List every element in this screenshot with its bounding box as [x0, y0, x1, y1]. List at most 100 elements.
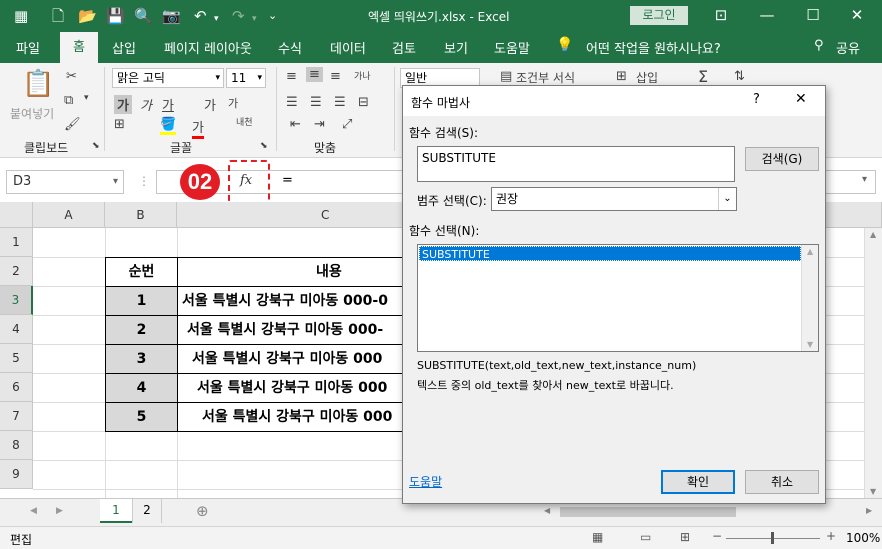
font-size-select[interactable]: 11 ▾: [226, 68, 266, 88]
help-icon[interactable]: ?: [753, 92, 760, 107]
maximize-button[interactable]: ☐: [798, 4, 828, 26]
decrease-indent-icon[interactable]: ⇤: [290, 117, 301, 132]
fill-color-icon[interactable]: 🪣: [160, 117, 177, 135]
header-seq-cell[interactable]: 순번: [105, 257, 178, 287]
borders-icon[interactable]: ⊞: [114, 117, 125, 132]
font-color-button[interactable]: 가: [192, 117, 204, 139]
search-button[interactable]: 검색(G): [745, 147, 819, 171]
paste-icon[interactable]: 📋: [22, 69, 54, 99]
align-top-icon[interactable]: ≡: [286, 69, 297, 84]
bold-button[interactable]: 가: [114, 95, 132, 114]
function-list[interactable]: SUBSTITUTE ▲ ▼: [417, 244, 819, 352]
row-header[interactable]: 1: [0, 228, 33, 257]
shrink-font-button[interactable]: 가: [228, 95, 238, 111]
help-link[interactable]: 도움말: [409, 473, 442, 490]
increase-indent-icon[interactable]: ⇥: [314, 117, 325, 132]
vertical-scrollbar[interactable]: ▲ ▼: [864, 228, 882, 498]
zoom-slider-thumb[interactable]: [771, 532, 774, 544]
clipboard-launcher-icon[interactable]: ⬊: [92, 141, 100, 151]
align-bottom-icon[interactable]: ≡: [330, 69, 341, 84]
phonetic-button[interactable]: 내천: [236, 115, 253, 128]
row-header-selected[interactable]: 3: [0, 286, 33, 315]
save-icon[interactable]: 💾: [106, 6, 125, 26]
close-window-button[interactable]: ✕: [842, 4, 872, 26]
camera-icon[interactable]: 📷: [162, 6, 181, 26]
tab-file[interactable]: 파일: [16, 38, 40, 57]
list-scrollbar[interactable]: ▲ ▼: [801, 245, 818, 351]
tab-view[interactable]: 보기: [444, 38, 468, 57]
cancel-button[interactable]: 취소: [745, 470, 819, 494]
tab-review[interactable]: 검토: [392, 38, 416, 57]
scroll-left-icon[interactable]: ◀: [544, 506, 550, 515]
content-cell[interactable]: 서울 특별시 강북구 미아동 000-: [177, 315, 417, 345]
autosum-icon[interactable]: Σ: [698, 67, 708, 86]
row-header[interactable]: 9: [0, 460, 33, 489]
print-preview-icon[interactable]: 🔍: [134, 6, 153, 26]
scroll-up-icon[interactable]: ▲: [870, 230, 876, 239]
header-content-cell[interactable]: 내용: [177, 257, 417, 287]
customize-toolbar-icon[interactable]: ⌄: [268, 6, 277, 26]
content-cell[interactable]: 서울 특별시 강북구 미아동 000-0: [177, 286, 417, 316]
function-search-input[interactable]: SUBSTITUTE: [417, 146, 735, 182]
seq-cell[interactable]: 3: [105, 344, 178, 374]
tell-me-search[interactable]: 어떤 작업을 원하시나요?: [586, 38, 721, 57]
row-header[interactable]: 4: [0, 315, 33, 344]
add-sheet-icon[interactable]: ⊕: [196, 502, 209, 520]
align-middle-icon[interactable]: ≡: [306, 67, 323, 82]
tab-help[interactable]: 도움말: [494, 38, 530, 57]
ok-button[interactable]: 확인: [661, 470, 735, 494]
font-name-select[interactable]: 맑은 고딕 ▾: [112, 68, 224, 88]
seq-cell[interactable]: 1: [105, 286, 178, 316]
zoom-level[interactable]: 100%: [846, 531, 880, 545]
column-header-b[interactable]: B: [105, 202, 177, 228]
list-item-selected[interactable]: SUBSTITUTE: [419, 246, 801, 261]
tab-data[interactable]: 데이터: [330, 38, 366, 57]
category-select[interactable]: 권장 ⌄: [491, 187, 737, 211]
content-cell[interactable]: 서울 특별시 강북구 미아동 000: [177, 373, 417, 403]
content-cell[interactable]: 서울 특별시 강북구 미아동 000: [177, 344, 417, 374]
chevron-down-icon[interactable]: ⌄: [718, 188, 736, 210]
row-header[interactable]: 2: [0, 257, 33, 286]
new-file-icon[interactable]: 🗋: [52, 6, 64, 26]
insert-cells-button[interactable]: 삽입: [636, 69, 658, 86]
expand-formula-icon[interactable]: ▾: [862, 174, 867, 185]
scroll-down-icon[interactable]: ▼: [870, 487, 876, 496]
normal-view-icon[interactable]: ▦: [592, 530, 603, 544]
page-break-view-icon[interactable]: ⊞: [680, 530, 690, 544]
horizontal-scrollbar-thumb[interactable]: [560, 507, 736, 517]
formula-input[interactable]: =: [282, 173, 293, 188]
tab-page-layout[interactable]: 페이지 레이아웃: [164, 38, 252, 57]
seq-cell[interactable]: 4: [105, 373, 178, 403]
grow-font-button[interactable]: 가: [204, 95, 216, 114]
undo-dropdown-icon[interactable]: ▾: [214, 9, 219, 29]
prev-sheet-icon[interactable]: ◀: [30, 506, 37, 516]
format-painter-icon[interactable]: 🖌: [64, 117, 81, 132]
undo-icon[interactable]: ↶: [194, 6, 207, 26]
open-folder-icon[interactable]: 📂: [78, 6, 97, 26]
name-box[interactable]: D3 ▾: [6, 170, 124, 194]
next-sheet-icon[interactable]: ▶: [56, 506, 63, 516]
align-right-icon[interactable]: ☰: [334, 95, 346, 110]
column-header-a[interactable]: A: [33, 202, 105, 228]
row-header[interactable]: 5: [0, 344, 33, 373]
merge-center-icon[interactable]: ⊟: [358, 95, 369, 110]
sheet-tab-active[interactable]: 1: [100, 499, 132, 523]
italic-button[interactable]: 가: [140, 95, 152, 114]
page-layout-view-icon[interactable]: ▭: [640, 530, 651, 544]
orientation-icon[interactable]: ⤢: [342, 117, 352, 132]
content-cell[interactable]: 서울 특별시 강북구 미아동 000: [177, 402, 417, 432]
share-button[interactable]: 공유: [836, 38, 860, 57]
ribbon-display-icon[interactable]: ⊡: [706, 4, 736, 26]
copy-dropdown-icon[interactable]: ▾: [84, 93, 89, 103]
scroll-right-icon[interactable]: ▶: [866, 506, 872, 515]
close-icon[interactable]: ✕: [795, 91, 807, 107]
tab-home[interactable]: 홈: [60, 32, 98, 63]
sort-filter-icon[interactable]: ⇅: [734, 69, 745, 84]
tab-formulas[interactable]: 수식: [278, 38, 302, 57]
seq-cell[interactable]: 2: [105, 315, 178, 345]
insert-cells-icon[interactable]: ⊞: [616, 69, 627, 84]
scroll-down-icon[interactable]: ▼: [807, 340, 813, 349]
cut-icon[interactable]: ✂: [66, 69, 77, 84]
conditional-format-button[interactable]: 조건부 서식: [516, 69, 575, 86]
zoom-out-icon[interactable]: −: [712, 529, 722, 543]
